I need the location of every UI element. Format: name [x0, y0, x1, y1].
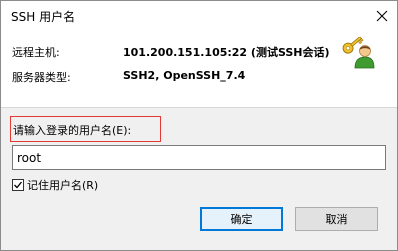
connection-info: 远程主机: 101.200.151.105:22 (测试SSH会话) 服务器类型… — [1, 31, 397, 107]
key-user-icon — [342, 37, 375, 69]
server-type-label: 服务器类型: — [12, 71, 71, 84]
form-area: 请输入登录的用户名(E): 记住用户名(R) 确定 取消 — [1, 108, 397, 250]
cancel-button[interactable]: 取消 — [295, 207, 378, 231]
close-button[interactable] — [367, 1, 397, 31]
checkbox-box[interactable] — [12, 179, 24, 191]
window-title: SSH 用户名 — [11, 10, 76, 24]
ok-button[interactable]: 确定 — [200, 207, 283, 231]
server-type-value: SSH2, OpenSSH_7.4 — [123, 69, 246, 82]
remote-host-value: 101.200.151.105:22 (测试SSH会话) — [123, 46, 330, 59]
username-input[interactable] — [12, 145, 386, 170]
remember-username-checkbox[interactable]: 记住用户名(R) — [12, 177, 98, 193]
remember-username-label: 记住用户名(R) — [27, 179, 99, 192]
prompt-highlight: 请输入登录的用户名(E): — [10, 116, 161, 142]
check-icon — [14, 181, 23, 189]
ssh-username-dialog: SSH 用户名 远程主机: 101.200.151.105:22 (测试SSH会… — [0, 0, 398, 251]
title-bar: SSH 用户名 — [1, 1, 397, 31]
remote-host-label: 远程主机: — [12, 46, 60, 59]
username-prompt-label: 请输入登录的用户名(E): — [13, 124, 132, 137]
close-icon — [376, 10, 388, 22]
